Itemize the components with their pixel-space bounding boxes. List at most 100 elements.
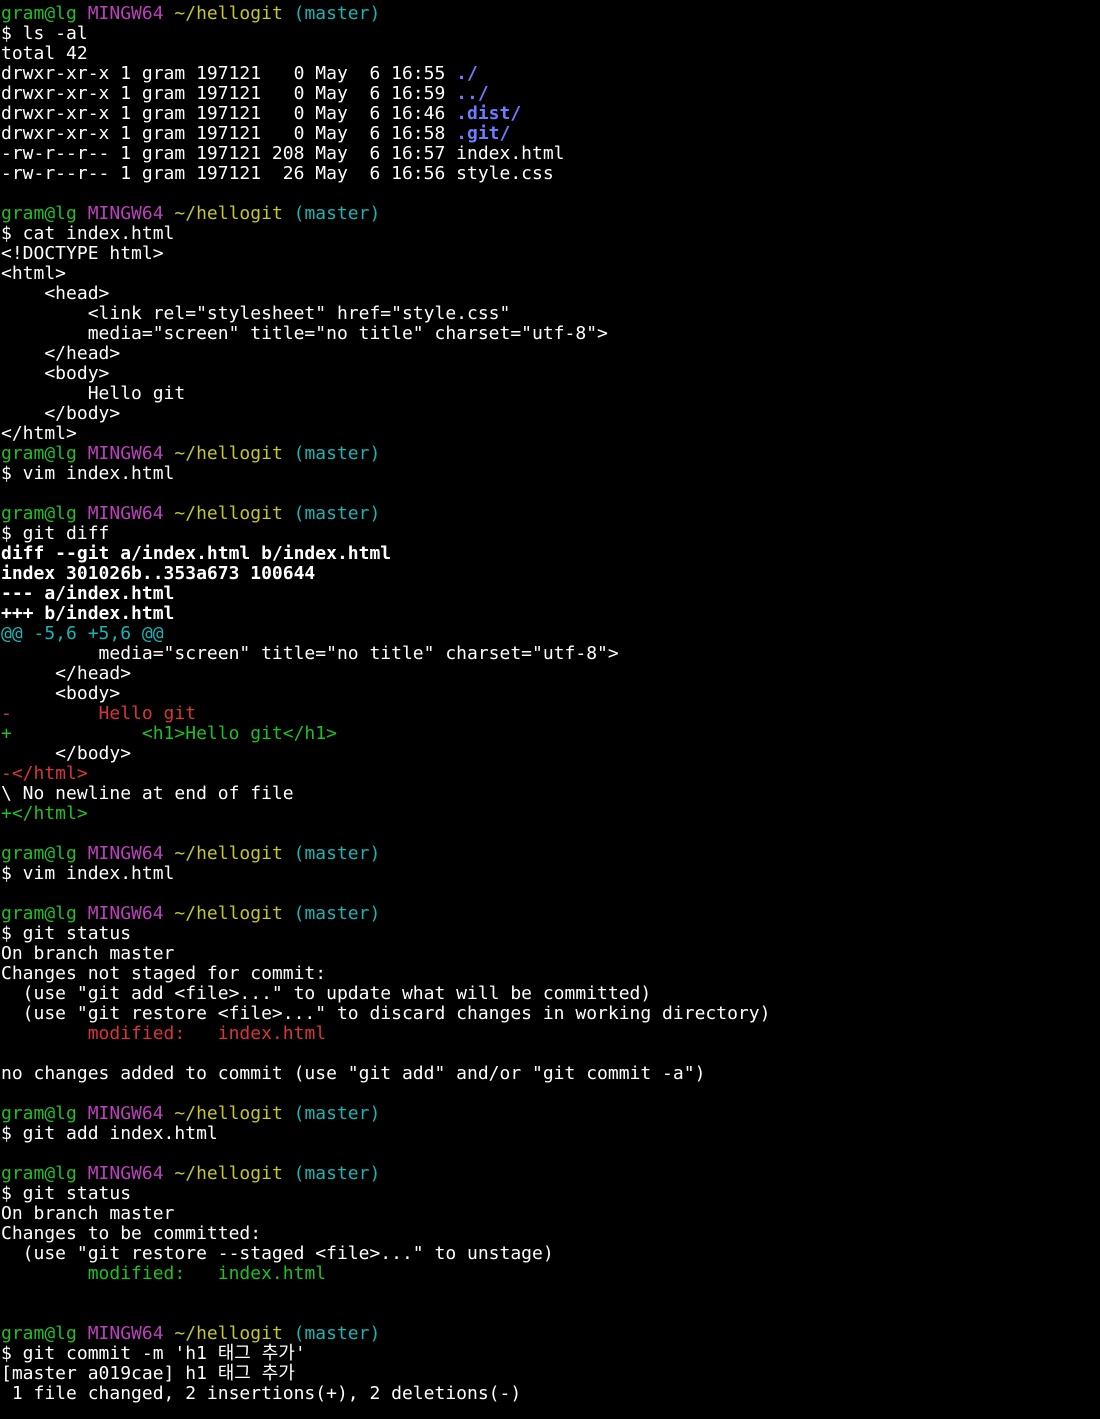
- terminal-text: [master a019cae] h1 태그 추가: [1, 1363, 295, 1384]
- terminal-line: @@ -5,6 +5,6 @@: [1, 624, 1100, 644]
- terminal-line: On branch master: [1, 944, 1100, 964]
- terminal-text: ~/hellogit: [174, 843, 283, 864]
- terminal-text: (master): [293, 203, 381, 224]
- terminal-line: media="screen" title="no title" charset=…: [1, 644, 1100, 664]
- terminal-text: MINGW64: [87, 1163, 164, 1184]
- terminal-text: - Hello git: [1, 703, 197, 724]
- terminal-text: gram@lg: [1, 203, 77, 224]
- terminal-line: <body>: [1, 364, 1100, 384]
- terminal-text: drwxr-xr-x 1 gram 197121 0 May 6 16:46: [1, 103, 457, 124]
- terminal-line: $ ls -al: [1, 24, 1100, 44]
- terminal-text: gram@lg: [1, 443, 77, 464]
- terminal-text: +++ b/index.html: [1, 603, 175, 624]
- terminal-text: ~/hellogit: [174, 1163, 283, 1184]
- terminal-line: drwxr-xr-x 1 gram 197121 0 May 6 16:46 .…: [1, 104, 1100, 124]
- terminal-line: gram@lg MINGW64 ~/hellogit (master): [1, 4, 1100, 24]
- terminal-text: .dist/: [456, 103, 522, 124]
- terminal-line: -rw-r--r-- 1 gram 197121 26 May 6 16:56 …: [1, 164, 1100, 184]
- terminal-text: (use "git restore --staged <file>..." to…: [1, 1243, 554, 1264]
- terminal-text: 1 file changed, 2 insertions(+), 2 delet…: [1, 1383, 522, 1404]
- terminal-text: On branch master: [1, 943, 175, 964]
- terminal-line: <body>: [1, 684, 1100, 704]
- terminal-text: + <h1>Hello git</h1>: [1, 723, 337, 744]
- terminal-text: @@ -5,6 +5,6 @@: [1, 623, 164, 644]
- terminal-line: </head>: [1, 344, 1100, 364]
- terminal-line: media="screen" title="no title" charset=…: [1, 324, 1100, 344]
- terminal-line: (use "git restore <file>..." to discard …: [1, 1004, 1100, 1024]
- terminal-line: On branch master: [1, 1204, 1100, 1224]
- terminal-text: media="screen" title="no title" charset=…: [1, 323, 608, 344]
- terminal-text: (master): [293, 443, 381, 464]
- terminal-text: (master): [293, 1163, 381, 1184]
- terminal-text: MINGW64: [87, 1323, 164, 1344]
- terminal-line: $ vim index.html: [1, 864, 1100, 884]
- terminal-line: </body>: [1, 744, 1100, 764]
- terminal-line: Changes to be committed:: [1, 1224, 1100, 1244]
- terminal-text: gram@lg: [1, 903, 77, 924]
- terminal-line: $ git diff: [1, 524, 1100, 544]
- terminal-text: ~/hellogit: [174, 203, 283, 224]
- terminal-text: MINGW64: [87, 903, 164, 924]
- terminal-text: </body>: [1, 743, 132, 764]
- terminal-line: modified: index.html: [1, 1264, 1100, 1284]
- terminal-text: <body>: [1, 683, 121, 704]
- terminal-text: Changes not staged for commit:: [1, 963, 327, 984]
- terminal-line: drwxr-xr-x 1 gram 197121 0 May 6 16:58 .…: [1, 124, 1100, 144]
- terminal-text: gram@lg: [1, 843, 77, 864]
- terminal-line: 1 file changed, 2 insertions(+), 2 delet…: [1, 1384, 1100, 1404]
- terminal-line: Changes not staged for commit:: [1, 964, 1100, 984]
- terminal-text: index 301026b..353a673 100644: [1, 563, 316, 584]
- terminal-line: $ vim index.html: [1, 464, 1100, 484]
- terminal-text: gram@lg: [1, 1323, 77, 1344]
- terminal-text: ~/hellogit: [174, 1323, 283, 1344]
- terminal-line: \ No newline at end of file: [1, 784, 1100, 804]
- terminal-text: drwxr-xr-x 1 gram 197121 0 May 6 16:55: [1, 63, 457, 84]
- terminal-text: </head>: [1, 343, 121, 364]
- terminal-text: </html>: [1, 423, 77, 444]
- terminal-text: $ cat index.html: [1, 223, 175, 244]
- terminal-line: [master a019cae] h1 태그 추가: [1, 1364, 1100, 1384]
- terminal-line: (use "git restore --staged <file>..." to…: [1, 1244, 1100, 1264]
- terminal-line: - Hello git: [1, 704, 1100, 724]
- terminal-text: no changes added to commit (use "git add…: [1, 1063, 706, 1084]
- terminal-text: $ ls -al: [1, 23, 88, 44]
- terminal-text: MINGW64: [87, 1103, 164, 1124]
- terminal-text: total 42: [1, 43, 88, 64]
- terminal-text: ~/hellogit: [174, 3, 283, 24]
- terminal-text: ~/hellogit: [174, 443, 283, 464]
- terminal-line: drwxr-xr-x 1 gram 197121 0 May 6 16:55 .…: [1, 64, 1100, 84]
- terminal-line: drwxr-xr-x 1 gram 197121 0 May 6 16:59 .…: [1, 84, 1100, 104]
- terminal-line: index 301026b..353a673 100644: [1, 564, 1100, 584]
- terminal-line: -rw-r--r-- 1 gram 197121 208 May 6 16:57…: [1, 144, 1100, 164]
- terminal-window[interactable]: gram@lg MINGW64 ~/hellogit (master) $ ls …: [0, 0, 1100, 1419]
- terminal-text: (master): [293, 903, 381, 924]
- terminal-line: <html>: [1, 264, 1100, 284]
- terminal-line: $ git commit -m 'h1 태그 추가': [1, 1344, 1100, 1364]
- terminal-line: gram@lg MINGW64 ~/hellogit (master): [1, 504, 1100, 524]
- terminal-text: $ git commit -m 'h1 태그 추가': [1, 1343, 306, 1364]
- terminal-text: -</html>: [1, 763, 88, 784]
- terminal-text: (use "git restore <file>..." to discard …: [1, 1003, 771, 1024]
- terminal-text: $ vim index.html: [1, 463, 175, 484]
- terminal-text: modified: index.html: [87, 1023, 327, 1044]
- terminal-text: -rw-r--r-- 1 gram 197121 208 May 6 16:57…: [1, 143, 565, 164]
- terminal-text: .git/: [456, 123, 511, 144]
- terminal-line: -</html>: [1, 764, 1100, 784]
- terminal-line: $ cat index.html: [1, 224, 1100, 244]
